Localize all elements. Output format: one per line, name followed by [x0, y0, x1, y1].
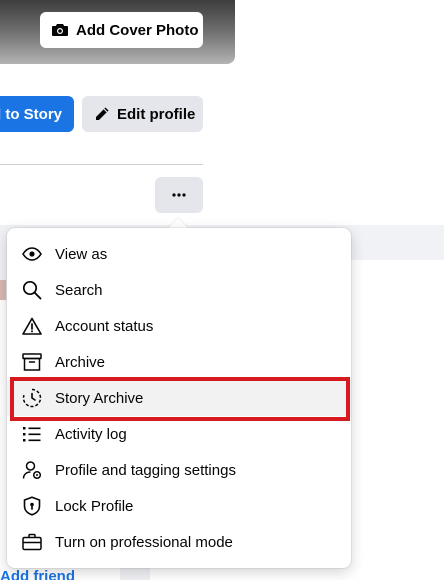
- menu-item-story-archive[interactable]: Story Archive: [7, 380, 351, 416]
- menu-item-lock-profile[interactable]: Lock Profile: [7, 488, 351, 524]
- menu-item-label: Activity log: [55, 425, 127, 443]
- menu-item-archive[interactable]: Archive: [7, 344, 351, 380]
- profile-divider: [0, 164, 203, 165]
- menu-item-search[interactable]: Search: [7, 272, 351, 308]
- menu-item-label: Archive: [55, 353, 106, 371]
- menu-item-label: Account status: [55, 317, 154, 335]
- briefcase-icon: [21, 531, 43, 553]
- menu-item-professional-mode[interactable]: Turn on professional mode: [7, 524, 351, 560]
- edit-profile-button[interactable]: Edit profile: [82, 96, 203, 132]
- edit-profile-label: Edit profile: [117, 105, 196, 123]
- menu-item-label: Search: [55, 281, 103, 299]
- add-to-story-button[interactable]: d to Story: [0, 96, 74, 132]
- menu-item-profile-tagging-settings[interactable]: Profile and tagging settings: [7, 452, 351, 488]
- menu-item-label: Turn on professional mode: [55, 533, 233, 551]
- menu-item-view-as[interactable]: View as: [7, 236, 351, 272]
- add-cover-photo-label: Add Cover Photo: [76, 21, 199, 39]
- archive-icon: [21, 351, 43, 373]
- menu-item-activity-log[interactable]: Activity log: [7, 416, 351, 452]
- warning-icon: [21, 315, 43, 337]
- more-options-button[interactable]: [155, 177, 203, 213]
- menu-item-label: View as: [55, 245, 108, 263]
- add-to-story-label: d to Story: [0, 105, 62, 123]
- add-friend-link[interactable]: Add friend: [0, 568, 75, 580]
- pencil-icon: [94, 106, 110, 122]
- menu-item-label: Lock Profile: [55, 497, 134, 515]
- user-gear-icon: [21, 459, 43, 481]
- shield-icon: [21, 495, 43, 517]
- eye-icon: [21, 243, 43, 265]
- list-icon: [21, 423, 43, 445]
- more-dots-icon: [172, 193, 186, 197]
- menu-item-label: Story Archive: [55, 389, 144, 407]
- camera-icon: [52, 23, 68, 37]
- story-archive-icon: [21, 387, 43, 409]
- add-cover-photo-button[interactable]: Add Cover Photo: [40, 12, 203, 48]
- menu-item-account-status[interactable]: Account status: [7, 308, 351, 344]
- search-icon: [21, 279, 43, 301]
- menu-item-label: Profile and tagging settings: [55, 461, 236, 479]
- profile-options-menu: View as Search Account status Archive St…: [7, 228, 351, 568]
